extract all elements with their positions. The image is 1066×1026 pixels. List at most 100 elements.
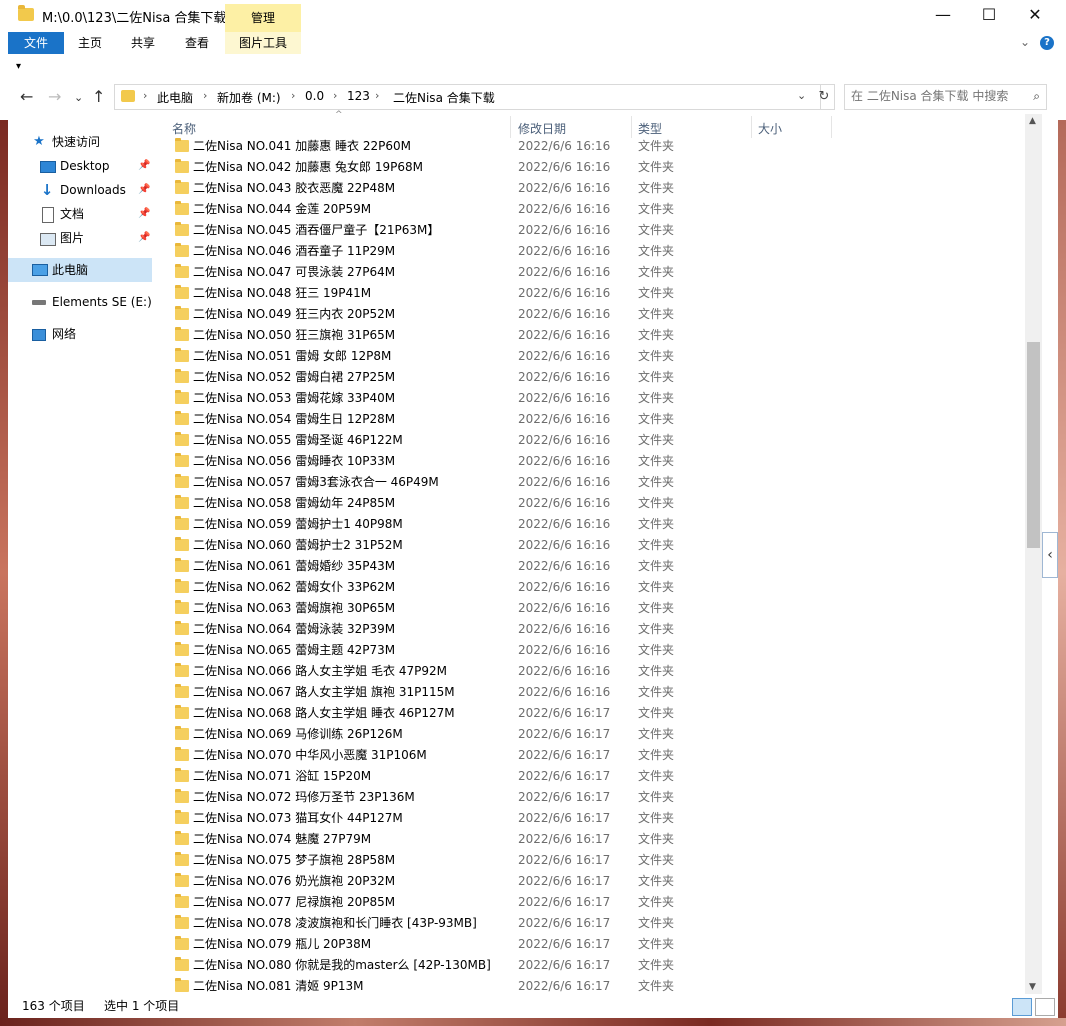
breadcrumb-current-folder[interactable]: 二佐Nisa 合集下载 [393,89,495,106]
file-row[interactable]: 二佐Nisa NO.066 路人女主学姐 毛衣 47P92M 2022/6/6 1… [165,661,685,682]
nav-this-pc[interactable]: 此电脑 [8,258,152,282]
scroll-down-icon[interactable]: ▼ [1029,982,1036,992]
file-row[interactable]: 二佐Nisa NO.061 蕾姆婚纱 35P43M 2022/6/6 16:16 文… [165,556,685,577]
file-row[interactable]: 二佐Nisa NO.067 路人女主学姐 旗袍 31P115M 2022/6/6 … [165,682,685,703]
file-row[interactable]: 二佐Nisa NO.045 酒吞僵尸童子【21P63M】 2022/6/6 16:… [165,220,685,241]
folder-icon [175,978,189,992]
scroll-up-icon[interactable]: ▲ [1029,116,1036,126]
file-row[interactable]: 二佐Nisa NO.054 雷姆生日 12P28M 2022/6/6 16:16 文… [165,409,685,430]
breadcrumb-0-0[interactable]: 0.0 [305,89,324,103]
file-row[interactable]: 二佐Nisa NO.065 蕾姆主题 42P73M 2022/6/6 16:16 文… [165,640,685,661]
file-row[interactable]: 二佐Nisa NO.055 雷姆圣诞 46P122M 2022/6/6 16:16… [165,430,685,451]
file-row[interactable]: 二佐Nisa NO.062 蕾姆女仆 33P62M 2022/6/6 16:16 文… [165,577,685,598]
forward-icon[interactable]: → [48,87,61,106]
tab-view[interactable]: 查看 [178,32,216,54]
address-bar[interactable]: › 此电脑 › 新加卷 (M:) › 0.0 › 123 › 二佐Nisa 合集… [114,84,821,110]
file-row[interactable]: 二佐Nisa NO.041 加藤惠 睡衣 22P60M 2022/6/6 16:1… [165,136,685,157]
up-icon[interactable]: ↑ [92,87,105,106]
file-row[interactable]: 二佐Nisa NO.080 你就是我的master么 [42P-130MB] 20… [165,955,685,976]
vertical-scrollbar[interactable]: ▲ ▼ [1025,114,1042,994]
ribbon-expand-icon[interactable]: ⌄ [1020,35,1030,49]
file-row[interactable]: 二佐Nisa NO.044 金莲 20P59M 2022/6/6 16:16 文件夹 [165,199,685,220]
file-type: 文件夹 [638,433,675,447]
file-row[interactable]: 二佐Nisa NO.068 路人女主学姐 睡衣 46P127M 2022/6/6 … [165,703,685,724]
file-row[interactable]: 二佐Nisa NO.069 马修训练 26P126M 2022/6/6 16:17… [165,724,685,745]
file-row[interactable]: 二佐Nisa NO.059 蕾姆护士1 40P98M 2022/6/6 16:16… [165,514,685,535]
breadcrumb-separator[interactable]: › [375,89,379,102]
recent-locations-icon[interactable]: ⌄ [74,91,83,104]
nav-pictures[interactable]: 图片 📌 [8,226,152,250]
file-row[interactable]: 二佐Nisa NO.047 可畏泳装 27P64M 2022/6/6 16:16 文… [165,262,685,283]
nav-downloads[interactable]: ↓ Downloads 📌 [8,178,152,202]
tab-file[interactable]: 文件 [8,32,64,54]
file-row[interactable]: 二佐Nisa NO.050 狂三旗袍 31P65M 2022/6/6 16:16 文… [165,325,685,346]
file-row[interactable]: 二佐Nisa NO.043 胶衣恶魔 22P48M 2022/6/6 16:16 文… [165,178,685,199]
maximize-button[interactable]: ☐ [966,0,1012,32]
file-row[interactable]: 二佐Nisa NO.046 酒吞童子 11P29M 2022/6/6 16:16 文… [165,241,685,262]
column-divider[interactable] [510,116,511,138]
breadcrumb-this-pc[interactable]: 此电脑 [157,89,193,106]
file-row[interactable]: 二佐Nisa NO.070 中华风小恶魔 31P106M 2022/6/6 16:… [165,745,685,766]
file-row[interactable]: 二佐Nisa NO.075 梦子旗袍 28P58M 2022/6/6 16:17 文… [165,850,685,871]
nav-elements-se-drive[interactable]: Elements SE (E:) [8,290,152,314]
file-row[interactable]: 二佐Nisa NO.073 猫耳女仆 44P127M 2022/6/6 16:17… [165,808,685,829]
file-row[interactable]: 二佐Nisa NO.079 瓶儿 20P38M 2022/6/6 16:17 文件夹 [165,934,685,955]
column-header-type[interactable]: 类型 [638,114,662,138]
minimize-button[interactable]: — [920,0,966,32]
breadcrumb-separator[interactable]: › [291,89,295,102]
preview-pane-toggle[interactable]: ‹ [1042,532,1058,578]
breadcrumb-separator[interactable]: › [203,89,207,102]
file-row[interactable]: 二佐Nisa NO.063 蕾姆旗袍 30P65M 2022/6/6 16:16 文… [165,598,685,619]
file-row[interactable]: 二佐Nisa NO.056 雷姆睡衣 10P33M 2022/6/6 16:16 文… [165,451,685,472]
file-row[interactable]: 二佐Nisa NO.074 魅魔 27P79M 2022/6/6 16:17 文件夹 [165,829,685,850]
file-row[interactable]: 二佐Nisa NO.077 尼禄旗袍 20P85M 2022/6/6 16:17 文… [165,892,685,913]
breadcrumb-separator[interactable]: › [143,89,147,102]
nav-documents[interactable]: 文档 📌 [8,202,152,226]
file-row[interactable]: 二佐Nisa NO.052 雷姆白裙 27P25M 2022/6/6 16:16 文… [165,367,685,388]
file-row[interactable]: 二佐Nisa NO.051 雷姆 女郎 12P8M 2022/6/6 16:16 文… [165,346,685,367]
back-icon[interactable]: ← [20,87,33,106]
breadcrumb-123[interactable]: 123 [347,89,370,103]
file-row[interactable]: 二佐Nisa NO.048 狂三 19P41M 2022/6/6 16:16 文件夹 [165,283,685,304]
file-row[interactable]: 二佐Nisa NO.072 玛修万圣节 23P136M 2022/6/6 16:1… [165,787,685,808]
customize-toolbar-icon[interactable]: ▾ [16,61,21,72]
file-row[interactable]: 二佐Nisa NO.053 雷姆花嫁 33P40M 2022/6/6 16:16 文… [165,388,685,409]
search-icon[interactable]: ⌕ [1033,89,1040,104]
details-view-button[interactable] [1012,998,1032,1016]
file-row[interactable]: 二佐Nisa NO.078 凌波旗袍和长门睡衣 [43P-93MB] 2022/6… [165,913,685,934]
file-row[interactable]: 二佐Nisa NO.057 雷姆3套泳衣合一 46P49M 2022/6/6 16… [165,472,685,493]
file-row[interactable]: 二佐Nisa NO.049 狂三内衣 20P52M 2022/6/6 16:16 文… [165,304,685,325]
search-input[interactable] [849,88,1025,104]
address-dropdown-icon[interactable]: ⌄ [797,89,806,102]
breadcrumb-separator[interactable]: › [333,89,337,102]
file-type: 文件夹 [638,727,675,741]
breadcrumb-drive-m[interactable]: 新加卷 (M:) [217,89,281,106]
nav-quick-access[interactable]: ★ 快速访问 [8,130,152,154]
tab-picture-tools[interactable]: 图片工具 [225,32,301,54]
file-row[interactable]: 二佐Nisa NO.071 浴缸 15P20M 2022/6/6 16:17 文件夹 [165,766,685,787]
file-row[interactable]: 二佐Nisa NO.064 蕾姆泳装 32P39M 2022/6/6 16:16 文… [165,619,685,640]
file-row[interactable]: 二佐Nisa NO.042 加藤惠 兔女郎 19P68M 2022/6/6 16:… [165,157,685,178]
large-icons-view-button[interactable] [1035,998,1055,1016]
file-row[interactable]: 二佐Nisa NO.060 蕾姆护士2 31P52M 2022/6/6 16:16… [165,535,685,556]
nav-desktop[interactable]: Desktop 📌 [8,154,152,178]
folder-icon [175,495,189,509]
close-button[interactable]: ✕ [1012,0,1058,32]
tab-manage[interactable]: 管理 [225,4,301,32]
tab-share[interactable]: 共享 [124,32,162,54]
file-row[interactable]: 二佐Nisa NO.076 奶光旗袍 20P32M 2022/6/6 16:17 文… [165,871,685,892]
search-box[interactable]: ⌕ [844,84,1047,110]
help-icon[interactable]: ? [1040,36,1054,50]
column-divider[interactable] [831,116,832,138]
column-divider[interactable] [751,116,752,138]
refresh-icon[interactable]: ↻ [814,84,835,110]
column-header-name[interactable]: 名称 [172,114,196,138]
column-header-size[interactable]: 大小 [758,114,782,138]
column-header-modified[interactable]: 修改日期 [518,114,566,138]
nav-network[interactable]: 网络 [8,322,152,346]
folder-icon [175,327,189,341]
scrollbar-thumb[interactable] [1027,342,1040,548]
column-divider[interactable] [631,116,632,138]
tab-home[interactable]: 主页 [72,32,108,54]
file-row[interactable]: 二佐Nisa NO.058 雷姆幼年 24P85M 2022/6/6 16:16 文… [165,493,685,514]
